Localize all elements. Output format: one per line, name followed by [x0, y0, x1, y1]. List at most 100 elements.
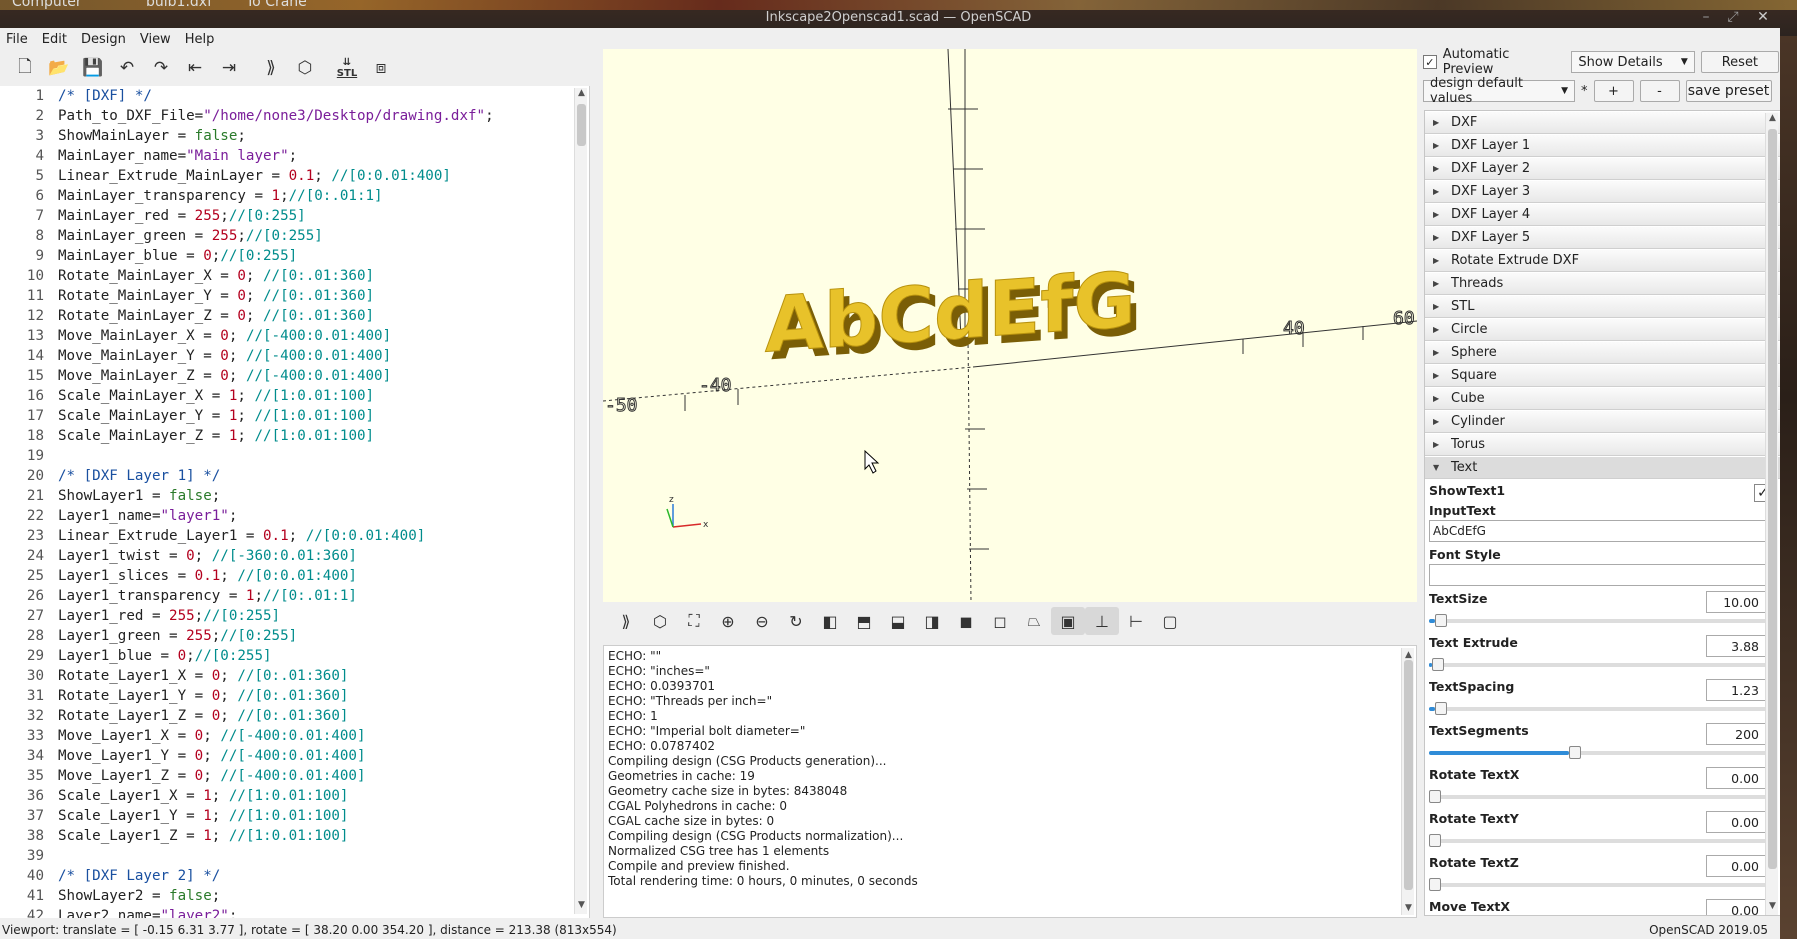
view-front-icon[interactable]: ◼ [949, 607, 983, 635]
3d-viewport[interactable]: -50 -40 40 60 AbCdEfG AbCdEfG z x [603, 49, 1417, 602]
console-panel[interactable]: ECHO: "" ECHO: "inches=" ECHO: 0.0393701 EC… [603, 645, 1417, 918]
preset-select[interactable]: design default values ▼ [1423, 76, 1575, 106]
add-preset-button[interactable]: + [1593, 80, 1634, 102]
code-line[interactable]: 31 Rotate_Layer1_Y = 0; //[0:.01:360] [0, 686, 589, 706]
scroll-up-icon[interactable]: ▲ [575, 88, 588, 102]
code-line[interactable]: 20 /* [DXF Layer 1] */ [0, 466, 589, 486]
view-back-icon[interactable]: ◻ [983, 607, 1017, 635]
code-line[interactable]: 2 Path_to_DXF_File="/home/none3/Desktop/d… [0, 106, 589, 126]
code-line[interactable]: 34 Move_Layer1_Y = 0; //[-400:0.01:400] [0, 746, 589, 766]
render-icon[interactable]: ⬡ [643, 607, 677, 635]
code-editor[interactable]: 1 /* [DXF] */ 2 Path_to_DXF_File="/home/non… [0, 86, 590, 918]
slider-handle[interactable] [1432, 658, 1444, 671]
show-edges-icon[interactable]: ▢ [1153, 607, 1187, 635]
group-dxf-layer-2[interactable]: ▶ DXF Layer 2 [1425, 158, 1780, 180]
code-line[interactable]: 3 ShowMainLayer = false; [0, 126, 589, 146]
code-line[interactable]: 1 /* [DXF] */ [0, 86, 589, 106]
slider-handle[interactable] [1429, 790, 1441, 803]
zoom-in-icon[interactable]: ⊕ [711, 607, 745, 635]
code-line[interactable]: 40 /* [DXF Layer 2] */ [0, 866, 589, 886]
scroll-thumb[interactable] [577, 104, 586, 146]
group-dxf-layer-1[interactable]: ▶ DXF Layer 1 [1425, 135, 1780, 157]
view-top-icon[interactable]: ⬒ [847, 607, 881, 635]
zoom-out-icon[interactable]: ⊖ [745, 607, 779, 635]
code-line[interactable]: 42 Layer2_name="layer2"; [0, 906, 589, 918]
open-file-icon[interactable]: 📂 [42, 53, 76, 83]
code-line[interactable]: 35 Move_Layer1_Z = 0; //[-400:0.01:400] [0, 766, 589, 786]
send-to-print-icon[interactable]: ⧈ [364, 53, 398, 83]
code-line[interactable]: 11 Rotate_MainLayer_Y = 0; //[0:.01:360] [0, 286, 589, 306]
perspective-icon[interactable]: ⏢ [1017, 607, 1051, 635]
fontstyle-field[interactable] [1429, 564, 1776, 586]
group-text[interactable]: ▼ Text [1425, 457, 1780, 479]
slider-handle[interactable] [1435, 614, 1447, 627]
details-select[interactable]: Show Details ▼ [1571, 51, 1695, 73]
show-scale-markers-icon[interactable]: ⊢ [1119, 607, 1153, 635]
code-line[interactable]: 38 Scale_Layer1_Z = 1; //[1:0.01:100] [0, 826, 589, 846]
save-preset-button[interactable]: save preset [1685, 80, 1772, 102]
group-circle[interactable]: ▶ Circle [1425, 319, 1780, 341]
code-line[interactable]: 10 Rotate_MainLayer_X = 0; //[0:.01:360] [0, 266, 589, 286]
group-cube[interactable]: ▶ Cube [1425, 388, 1780, 410]
code-line[interactable]: 15 Move_MainLayer_Z = 0; //[-400:0.01:400… [0, 366, 589, 386]
group-threads[interactable]: ▶ Threads [1425, 273, 1780, 295]
menu-help[interactable]: Help [185, 32, 215, 47]
orthogonal-icon[interactable]: ▣ [1051, 607, 1085, 635]
code-line[interactable]: 4 MainLayer_name="Main layer"; [0, 146, 589, 166]
parameter-groups[interactable]: ▶ DXF ▶ DXF Layer 1 ▶ DXF Layer 2 ▶ DXF Layer 3… [1424, 110, 1781, 916]
slider-handle[interactable] [1435, 702, 1447, 715]
group-dxf-layer-3[interactable]: ▶ DXF Layer 3 [1425, 181, 1780, 203]
param-slider[interactable] [1429, 614, 1774, 628]
close-icon[interactable]: ✕ [1755, 9, 1771, 25]
code-line[interactable]: 8 MainLayer_green = 255;//[0:255] [0, 226, 589, 246]
code-line[interactable]: 19 [0, 446, 589, 466]
menu-edit[interactable]: Edit [42, 32, 67, 47]
preview-icon[interactable]: ⟫ [254, 53, 288, 83]
code-line[interactable]: 14 Move_MainLayer_Y = 0; //[-400:0.01:400… [0, 346, 589, 366]
reset-view-icon[interactable]: ↻ [779, 607, 813, 635]
scroll-thumb[interactable] [1404, 660, 1413, 890]
group-square[interactable]: ▶ Square [1425, 365, 1780, 387]
scroll-thumb[interactable] [1768, 129, 1777, 869]
param-slider[interactable] [1429, 790, 1774, 804]
code-line[interactable]: 36 Scale_Layer1_X = 1; //[1:0.01:100] [0, 786, 589, 806]
view-right-icon[interactable]: ◧ [813, 607, 847, 635]
view-all-icon[interactable]: ⛶ [677, 607, 711, 635]
slider-handle[interactable] [1429, 878, 1441, 891]
param-slider[interactable] [1429, 746, 1774, 760]
code-line[interactable]: 22 Layer1_name="layer1"; [0, 506, 589, 526]
param-slider[interactable] [1429, 702, 1774, 716]
group-rotate-extrude-dxf[interactable]: ▶ Rotate Extrude DXF [1425, 250, 1780, 272]
code-line[interactable]: 41 ShowLayer2 = false; [0, 886, 589, 906]
code-line[interactable]: 30 Rotate_Layer1_X = 0; //[0:.01:360] [0, 666, 589, 686]
group-sphere[interactable]: ▶ Sphere [1425, 342, 1780, 364]
redo-icon[interactable]: ↷ [144, 53, 178, 83]
view-left-icon[interactable]: ◨ [915, 607, 949, 635]
code-line[interactable]: 9 MainLayer_blue = 0;//[0:255] [0, 246, 589, 266]
group-cylinder[interactable]: ▶ Cylinder [1425, 411, 1780, 433]
undo-icon[interactable]: ↶ [110, 53, 144, 83]
code-line[interactable]: 33 Move_Layer1_X = 0; //[-400:0.01:400] [0, 726, 589, 746]
code-line[interactable]: 25 Layer1_slices = 0.1; //[0:0.01:400] [0, 566, 589, 586]
new-file-icon[interactable]: 🗋 [8, 53, 42, 83]
group-dxf[interactable]: ▶ DXF [1425, 112, 1780, 134]
code-line[interactable]: 39 [0, 846, 589, 866]
param-slider[interactable] [1429, 878, 1774, 892]
slider-handle[interactable] [1429, 834, 1441, 847]
editor-scrollbar[interactable]: ▲ ▼ [574, 88, 587, 914]
code-line[interactable]: 28 Layer1_green = 255;//[0:255] [0, 626, 589, 646]
scroll-up-icon[interactable]: ▲ [1766, 113, 1779, 127]
remove-preset-button[interactable]: - [1639, 80, 1680, 102]
group-dxf-layer-5[interactable]: ▶ DXF Layer 5 [1425, 227, 1780, 249]
menu-design[interactable]: Design [81, 32, 126, 47]
param-slider[interactable] [1429, 658, 1774, 672]
preview-icon[interactable]: ⟫ [609, 607, 643, 635]
view-bottom-icon[interactable]: ⬓ [881, 607, 915, 635]
group-stl[interactable]: ▶ STL [1425, 296, 1780, 318]
code-line[interactable]: 21 ShowLayer1 = false; [0, 486, 589, 506]
code-line[interactable]: 12 Rotate_MainLayer_Z = 0; //[0:.01:360] [0, 306, 589, 326]
render-icon[interactable]: ⬡ [288, 53, 322, 83]
code-line[interactable]: 37 Scale_Layer1_Y = 1; //[1:0.01:100] [0, 806, 589, 826]
code-line[interactable]: 5 Linear_Extrude_MainLayer = 0.1; //[0:0.… [0, 166, 589, 186]
code-line[interactable]: 29 Layer1_blue = 0;//[0:255] [0, 646, 589, 666]
